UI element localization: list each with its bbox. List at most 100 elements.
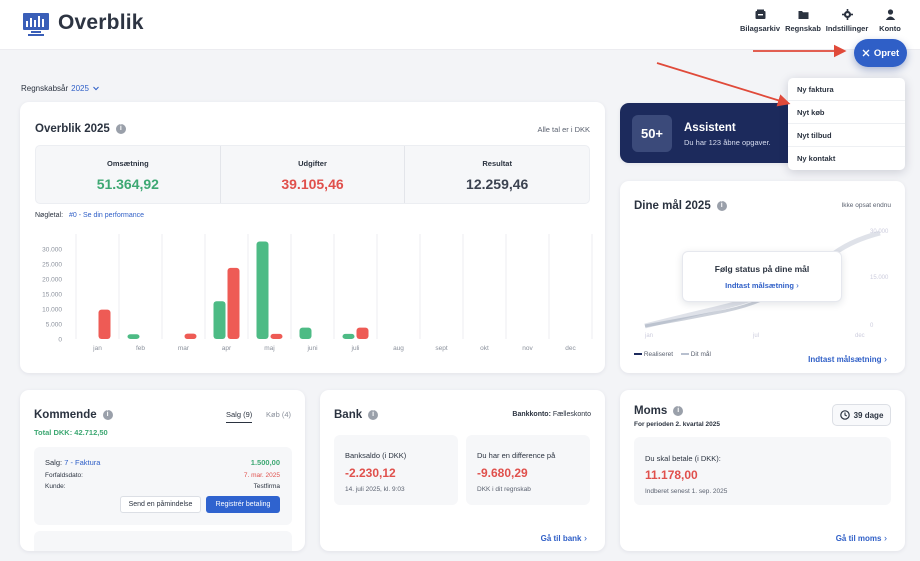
kpi-omsaetning: Omsætning 51.364,92 (36, 146, 221, 203)
bank-difference-label: Du har en difference på (477, 451, 556, 460)
kpi-resultat: Resultat 12.259,46 (405, 146, 589, 203)
y-tick-label: 5.000 (46, 322, 63, 329)
performance-link[interactable]: #0 - Se din performance (69, 212, 144, 219)
bank-title-row: Bank i (334, 409, 379, 421)
chart-bar (299, 327, 312, 339)
annotation-arrow-nyt-koeb (656, 62, 791, 107)
info-icon[interactable]: i (673, 405, 684, 416)
bank-account: Bankkonto: Fælleskonto (512, 411, 591, 418)
bank-difference-note: DKK i dit regnskab (477, 486, 531, 493)
kpi-label: Udgifter (298, 159, 327, 168)
x-tick-label: juli (351, 345, 360, 352)
kpi-value: 51.364,92 (96, 176, 159, 192)
overview-title: Overblik 2025 (35, 123, 110, 135)
goals-legend: Realiseret Dit mål (634, 351, 711, 358)
overview-card: Overblik 2025 i Alle tal er i DKK Omsætni… (20, 102, 605, 373)
info-icon[interactable]: i (102, 409, 113, 420)
x-tick-label: okt (480, 345, 489, 352)
goals-link[interactable]: Indtast målsætning (808, 355, 881, 364)
chart-bar (356, 327, 369, 339)
goals-link-row[interactable]: Indtast målsætning › (808, 349, 887, 367)
nav-konto[interactable]: Konto (863, 9, 917, 33)
app-title: Overblik (58, 11, 144, 34)
send-reminder-button[interactable]: Send en påmindelse (120, 496, 201, 513)
chart-bar (270, 333, 283, 339)
info-icon[interactable]: i (716, 200, 727, 211)
currency-note: Alle tal er i DKK (537, 125, 590, 134)
tab-salg[interactable]: Salg (9) (226, 410, 253, 423)
bank-title: Bank (334, 409, 363, 421)
x-tick-label: apr (222, 345, 232, 352)
bank-link[interactable]: Gå til bank (541, 534, 582, 543)
goals-tick: 0 (870, 323, 874, 329)
upcoming-item-amount: 1.500,00 (250, 458, 280, 467)
info-icon[interactable]: i (368, 409, 379, 420)
goals-card: Dine mål 2025 i Ikke opsat endnu 30.000 1… (620, 181, 905, 373)
goals-month: dec (855, 333, 865, 339)
goals-overlay-link-row[interactable]: Indtast målsætning › (683, 281, 841, 290)
y-tick-label: 25.000 (42, 262, 62, 269)
x-tick-label: sept (435, 345, 447, 352)
vat-payment-label: Du skal betale (i DKK): (645, 454, 721, 463)
menu-nyt-tilbud[interactable]: Nyt tilbud (788, 124, 905, 147)
fiscal-year-selector[interactable]: Regnskabsår 2025 (21, 84, 100, 93)
x-tick-label: jan (92, 345, 102, 352)
assistant-title: Assistent (684, 122, 736, 134)
kpi-summary: Omsætning 51.364,92 Udgifter 39.105,46 R… (35, 145, 590, 204)
bank-link-row[interactable]: Gå til bank › (541, 528, 587, 546)
x-tick-label: aug (393, 345, 404, 352)
chart-bar (98, 309, 111, 339)
y-tick-label: 20.000 (42, 277, 62, 284)
assistant-card[interactable]: 50+ Assistent Du har 123 åbne opgaver. (620, 103, 806, 163)
gear-icon (841, 9, 853, 20)
menu-ny-faktura[interactable]: Ny faktura (788, 78, 905, 101)
bank-difference-box: Du har en difference på -9.680,29 DKK i … (466, 435, 590, 505)
vat-link[interactable]: Gå til moms (836, 534, 882, 543)
key-figures-label: Nøgletal: (35, 212, 64, 219)
upcoming-total-label: Total DKK: (34, 428, 73, 437)
vat-days-value: 39 dage (853, 410, 884, 420)
legend-dit-maal: Dit mål (690, 351, 711, 358)
vat-payment-value: 11.178,00 (645, 468, 698, 482)
bank-card: Bank i Bankkonto: Fælleskonto Banksaldo (… (320, 390, 605, 551)
chart-bar (256, 241, 269, 339)
nav-indstillinger-label: Indstillinger (825, 24, 869, 33)
opret-button[interactable]: Opret (854, 39, 907, 67)
close-icon (862, 49, 870, 57)
register-payment-button[interactable]: Registrér betaling (206, 496, 280, 513)
upcoming-item-next (34, 531, 292, 551)
revenue-expense-chart: 30.000 25.000 20.000 15.000 10.000 5.000 0 jan f… (42, 234, 593, 352)
upcoming-invoice-link[interactable]: 7 - Faktura (64, 458, 100, 467)
legend-realiseret: Realiseret (643, 351, 674, 358)
kpi-value: 12.259,46 (466, 176, 529, 192)
vat-link-row[interactable]: Gå til moms › (836, 528, 887, 546)
vat-days-badge: 39 dage (832, 404, 891, 426)
goals-overlay-link[interactable]: Indtast målsætning (725, 281, 794, 290)
menu-ny-kontakt[interactable]: Ny kontakt (788, 147, 905, 170)
y-tick-label: 0 (58, 337, 62, 344)
tab-koeb[interactable]: Køb (4) (266, 410, 291, 419)
assistant-count-badge: 50+ (632, 115, 672, 152)
upcoming-title: Kommende (34, 409, 97, 421)
upcoming-item: Salg: 7 - Faktura 1.500,00 Forfaldsdato:… (34, 447, 292, 525)
key-figures-row: Nøgletal: #0 - Se din performance (35, 212, 144, 219)
chart-bar (127, 334, 140, 339)
due-date-label: Forfaldsdato: (45, 472, 83, 479)
bank-balance-value: -2.230,12 (345, 466, 396, 480)
menu-nyt-koeb[interactable]: Nyt køb (788, 101, 905, 124)
vat-title: Moms (634, 405, 668, 417)
info-icon[interactable]: i (115, 123, 126, 134)
overview-title-row: Overblik 2025 i (35, 123, 126, 135)
goals-overlay: Følg status på dine mål Indtast målsætni… (682, 251, 842, 302)
customer-value: Testfirma (253, 483, 280, 490)
bank-balance-box: Banksaldo (i DKK) -2.230,12 14. juli 202… (334, 435, 458, 505)
kpi-label: Resultat (482, 159, 512, 168)
top-bar: Overblik Bilagsarkiv Regnskab Indstillin… (0, 0, 920, 50)
chart-bar (227, 267, 240, 339)
chart-bar (342, 333, 355, 339)
archive-icon (755, 9, 765, 19)
vat-title-row: Moms i (634, 405, 684, 417)
goals-title-row: Dine mål 2025 i (634, 200, 727, 212)
assistant-subtitle: Du har 123 åbne opgaver. (684, 138, 771, 147)
y-tick-label: 15.000 (42, 292, 62, 299)
